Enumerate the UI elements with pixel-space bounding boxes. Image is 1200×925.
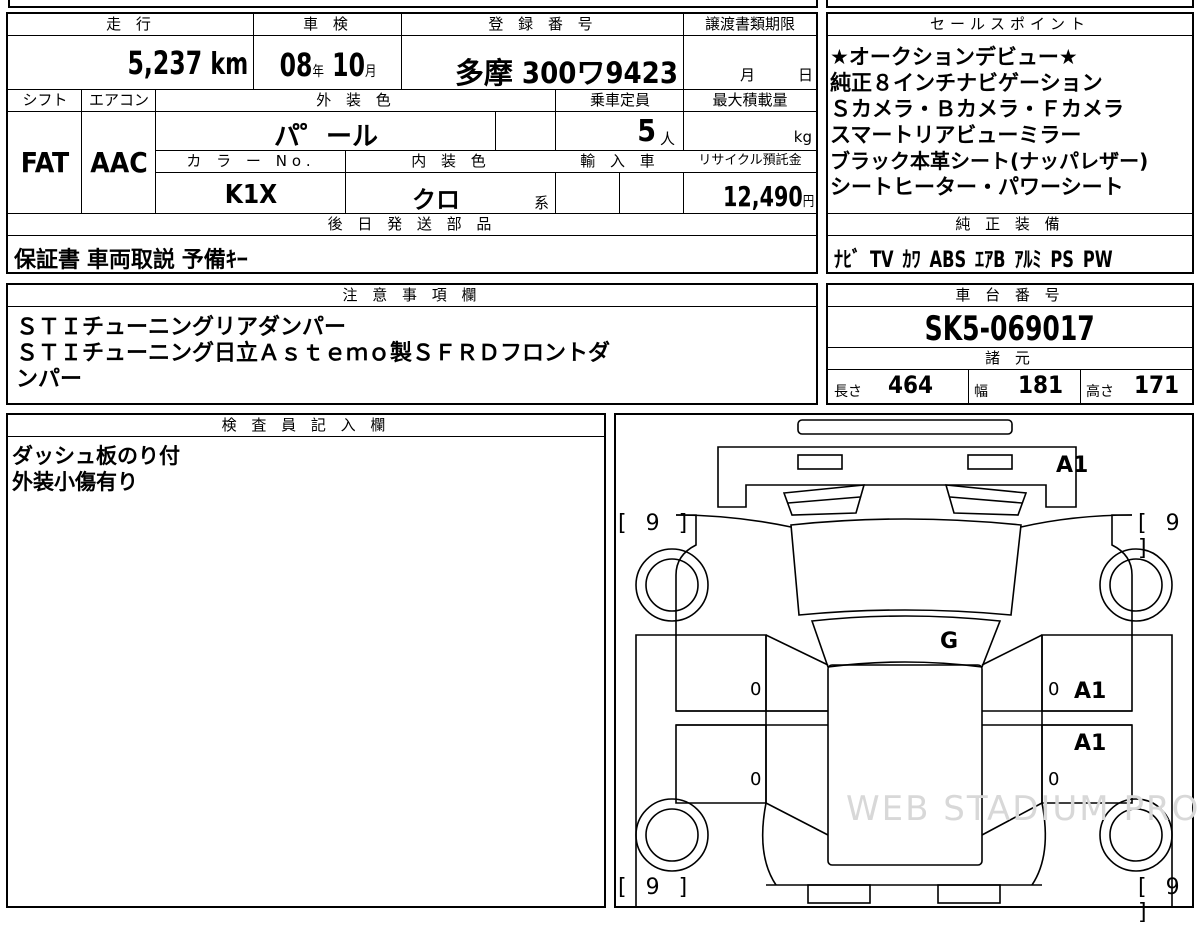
import-header: 輸 入 車 bbox=[556, 151, 684, 173]
registration-value: 多摩 300ワ9423 bbox=[454, 56, 678, 90]
sales-points-line: Ｓカメラ・Ｂカメラ・Ｆカメラ bbox=[830, 97, 1124, 121]
diagram-box: [ 9 ] [ 9 ] [ 9 ] [ 9 ] A1 G A1 A1 0 0 0… bbox=[614, 413, 1198, 925]
shift-value: FAT bbox=[20, 146, 70, 179]
transfer-month-unit: 月 bbox=[740, 66, 756, 84]
inspector-line: 外装小傷有り bbox=[12, 470, 138, 494]
chassis-box: 車 台 番 号 SK5-069017 諸 元 長さ 464 幅 181 高さ 1… bbox=[826, 283, 1194, 405]
tread-depth-front-left: [ 9 ] bbox=[618, 511, 694, 536]
equipment-value: ﾅﾋﾞ TV ｶﾜ ABS ｴｱB ｱﾙﾐ PS PW bbox=[834, 248, 1113, 273]
transfer-deadline-header: 譲渡書類期限 bbox=[684, 14, 816, 36]
capacity-unit: 人 bbox=[660, 130, 676, 148]
front-lamp-left bbox=[797, 454, 843, 470]
notes-line: ＳＴＩチューニングリアダンパー bbox=[16, 315, 347, 340]
shift-header: シフト bbox=[8, 90, 82, 112]
equipment-header: 純 正 装 備 bbox=[828, 214, 1192, 236]
sales-points-line: スマートリアビューミラー bbox=[830, 123, 1082, 147]
sales-points-line: 純正８インチナビゲーション bbox=[830, 71, 1103, 95]
sales-points-box: セールスポイント ★オークションデビュー★ 純正８インチナビゲーション Ｓカメラ… bbox=[826, 12, 1194, 274]
capacity-value: 5 bbox=[637, 114, 656, 149]
specs-header: 諸 元 bbox=[828, 348, 1192, 370]
vehicle-info-box: 走 行 車 検 登 録 番 号 譲渡書類期限 5,237 km 08年 10月 … bbox=[6, 12, 818, 274]
max-load-header: 最大積載量 bbox=[684, 90, 816, 112]
tread-depth-front-right: [ 9 ] bbox=[1138, 511, 1186, 561]
tread-depth-rear-right: [ 9 ] bbox=[1138, 875, 1186, 925]
notes-box: 注 意 事 項 欄 ＳＴＩチューニングリアダンパー ＳＴＩチューニング日立Ａｓｔ… bbox=[6, 283, 818, 405]
color-no-value: K1X bbox=[224, 180, 278, 210]
color-no-header: カ ラ ー No. bbox=[156, 151, 346, 173]
exterior-color-value: パ゜ール bbox=[273, 122, 378, 152]
mileage-header: 走 行 bbox=[8, 14, 254, 36]
registration-header: 登 録 番 号 bbox=[402, 14, 684, 36]
chassis-header: 車 台 番 号 bbox=[828, 285, 1192, 307]
length-label: 長さ bbox=[834, 384, 862, 400]
zero-left-rear: 0 bbox=[750, 769, 762, 790]
front-lamp-right bbox=[967, 454, 1013, 470]
mileage-value: 5,237 km bbox=[127, 44, 248, 82]
shipping-parts-value: 保証書 車両取説 予備ｷｰ bbox=[14, 248, 248, 273]
height-label: 高さ bbox=[1086, 384, 1114, 400]
damage-mark-windshield: G bbox=[940, 629, 959, 654]
left-rear-door bbox=[675, 724, 767, 804]
exterior-color-header: 外 装 色 bbox=[156, 90, 556, 112]
damage-mark-right-rear-door: A1 bbox=[1074, 731, 1107, 756]
car-diagram bbox=[635, 419, 1173, 906]
cabin-center bbox=[827, 664, 983, 866]
sales-points-line: ★オークションデビュー★ bbox=[830, 45, 1078, 69]
watermark: WEB STADIUM PRO bbox=[846, 789, 1200, 829]
width-label: 幅 bbox=[974, 384, 988, 400]
rear-bumper-left bbox=[807, 884, 871, 904]
height-value: 171 bbox=[1134, 371, 1180, 399]
sales-points-line: シートヒーター・パワーシート bbox=[830, 175, 1124, 199]
max-load-unit: kg bbox=[793, 128, 812, 146]
interior-color-value: クロ bbox=[412, 186, 460, 214]
transfer-day-unit: 日 bbox=[798, 66, 814, 84]
notes-header: 注 意 事 項 欄 bbox=[8, 285, 816, 307]
chassis-value: SK5-069017 bbox=[924, 309, 1096, 349]
zero-left-front: 0 bbox=[750, 679, 762, 700]
windshield bbox=[790, 518, 1022, 616]
capacity-header: 乗車定員 bbox=[556, 90, 684, 112]
damage-mark-front-right: A1 bbox=[1056, 453, 1089, 478]
notes-line: ＳＴＩチューニング日立Ａｓｔｅｍｏ製ＳＦＲＤフロントダ bbox=[16, 341, 611, 366]
shipping-parts-header: 後 日 発 送 部 品 bbox=[8, 214, 816, 236]
recycle-header: リサイクル預託金 bbox=[684, 151, 816, 173]
front-bumper-bar bbox=[797, 419, 1013, 435]
aircon-value: AAC bbox=[90, 146, 148, 179]
zero-right-front: 0 bbox=[1048, 679, 1060, 700]
aircon-header: エアコン bbox=[82, 90, 156, 112]
inspection-value: 08年 10月 bbox=[279, 46, 377, 84]
recycle-value: 12,490円 bbox=[722, 180, 814, 213]
inspection-header: 車 検 bbox=[254, 14, 402, 36]
inspector-header: 検 査 員 記 入 欄 bbox=[8, 415, 604, 437]
interior-color-header: 内 装 色 bbox=[346, 151, 556, 173]
sales-points-header: セールスポイント bbox=[828, 14, 1192, 36]
inspector-box: 検 査 員 記 入 欄 ダッシュ板のり付 外装小傷有り bbox=[6, 413, 606, 908]
rear-bumper-right bbox=[937, 884, 1001, 904]
notes-line: ンパー bbox=[16, 367, 83, 392]
front-section bbox=[717, 446, 1077, 508]
roof bbox=[810, 615, 1002, 668]
damage-mark-right-front-door: A1 bbox=[1074, 679, 1107, 704]
length-value: 464 bbox=[888, 371, 934, 399]
width-value: 181 bbox=[1018, 371, 1064, 399]
tread-depth-rear-left: [ 9 ] bbox=[618, 875, 694, 900]
top-strip bbox=[8, 0, 818, 8]
inspector-line: ダッシュ板のり付 bbox=[12, 444, 180, 468]
interior-color-suffix: 系 bbox=[534, 194, 550, 212]
sales-points-line: ブラック本革シート(ナッパレザー) bbox=[830, 149, 1149, 173]
top-strip-right bbox=[826, 0, 1194, 8]
zero-right-rear: 0 bbox=[1048, 769, 1060, 790]
